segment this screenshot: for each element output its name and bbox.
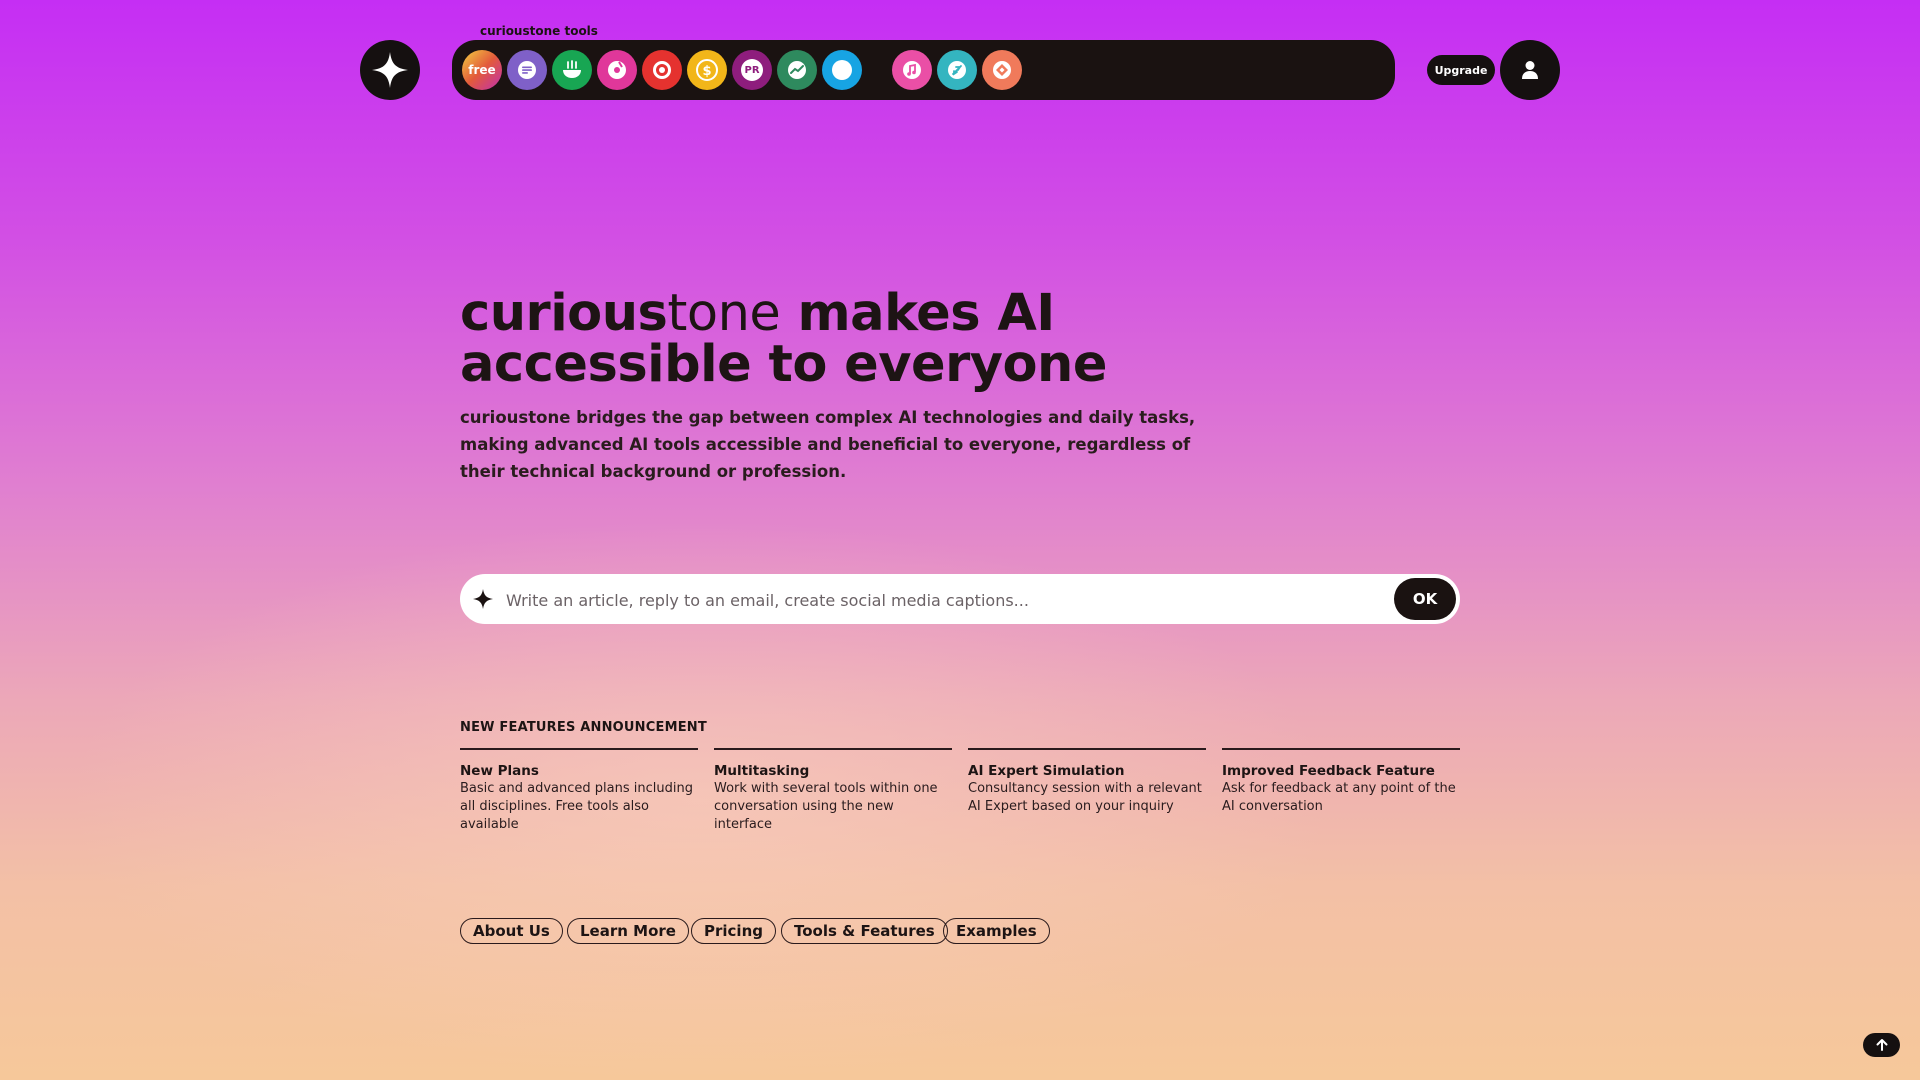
feature-title: Multitasking — [714, 763, 810, 779]
prompt-input[interactable] — [504, 574, 1388, 626]
feature-description: Ask for feedback at any point of the AI … — [1222, 781, 1456, 814]
feature-item: Improved Feedback Feature Ask for feedba… — [1222, 748, 1460, 816]
music-tool-button[interactable] — [597, 50, 637, 90]
sparkle-logo-icon — [372, 52, 408, 88]
learn-more-link[interactable]: Learn More — [567, 918, 689, 944]
pricing-link[interactable]: Pricing — [691, 918, 776, 944]
tools-bar: free $ PR — [452, 40, 1395, 100]
free-badge: free — [468, 63, 496, 77]
feature-title: AI Expert Simulation — [968, 763, 1125, 779]
user-icon — [1522, 61, 1538, 79]
features-title: NEW FEATURES ANNOUNCEMENT — [460, 720, 707, 735]
about-us-link[interactable]: About Us — [460, 918, 563, 944]
examples-link[interactable]: Examples — [943, 918, 1050, 944]
feature-title: New Plans — [460, 763, 539, 779]
tools-features-link[interactable]: Tools & Features — [781, 918, 948, 944]
chart-tool-button[interactable] — [777, 50, 817, 90]
circle-tool-button[interactable] — [822, 50, 862, 90]
arrow-up-icon — [1876, 1039, 1887, 1051]
sparkle-icon — [473, 589, 493, 609]
prompt-bar: OK — [460, 574, 1460, 626]
tools-label: curioustone tools — [480, 24, 598, 38]
feature-description: Consultancy session with a relevant AI E… — [968, 781, 1202, 814]
money-tool-button[interactable]: $ — [687, 50, 727, 90]
target-icon — [653, 61, 671, 79]
feature-description: Work with several tools within one conve… — [714, 781, 938, 832]
pr-tool-button[interactable]: PR — [732, 50, 772, 90]
feature-item: Multitasking Work with several tools wit… — [714, 748, 952, 834]
curioustone-logo[interactable] — [360, 40, 420, 100]
hero-headline: curioustone makes AI accessible to every… — [460, 288, 1360, 390]
diamond-icon — [993, 61, 1011, 79]
music-note-icon — [903, 61, 921, 79]
circle-icon — [832, 60, 852, 80]
feature-title: Improved Feedback Feature — [1222, 763, 1435, 779]
text-tool-button[interactable] — [507, 50, 547, 90]
vinyl-music-icon — [608, 61, 626, 79]
ok-button[interactable]: OK — [1394, 578, 1456, 620]
dollar-icon: $ — [696, 59, 718, 81]
food-tool-button[interactable] — [552, 50, 592, 90]
pr-badge: PR — [741, 59, 763, 81]
note-tool-button[interactable] — [892, 50, 932, 90]
travel-tool-button[interactable] — [937, 50, 977, 90]
target-tool-button[interactable] — [642, 50, 682, 90]
trend-chart-icon — [788, 61, 806, 79]
hero-description: curioustone bridges the gap between comp… — [460, 408, 1196, 481]
feature-item: AI Expert Simulation Consultancy session… — [968, 748, 1206, 816]
airplane-icon — [948, 61, 966, 79]
food-bowl-icon — [563, 60, 581, 78]
feature-description: Basic and advanced plans including all d… — [460, 781, 693, 832]
svg-text:$: $ — [702, 64, 711, 79]
feature-item: New Plans Basic and advanced plans inclu… — [460, 748, 698, 834]
user-account-button[interactable] — [1500, 40, 1560, 100]
scroll-to-top-button[interactable] — [1863, 1033, 1900, 1057]
upgrade-button[interactable]: Upgrade — [1427, 55, 1495, 85]
free-tool-button[interactable]: free — [462, 50, 502, 90]
diamond-tool-button[interactable] — [982, 50, 1022, 90]
text-lines-icon — [518, 61, 536, 79]
